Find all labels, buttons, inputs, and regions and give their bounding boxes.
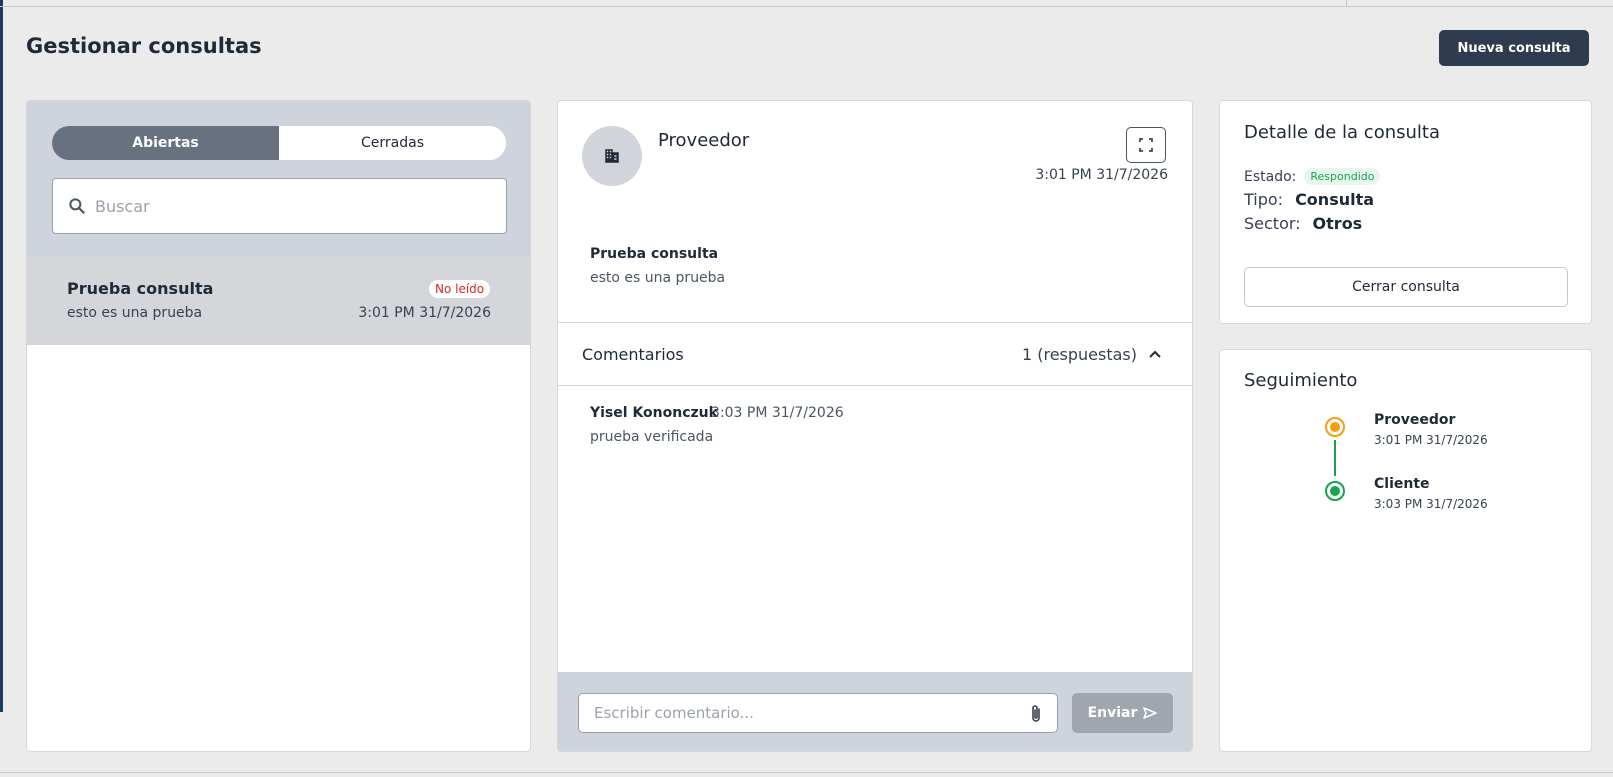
avatar — [582, 126, 642, 186]
paperclip-icon[interactable] — [1027, 703, 1045, 725]
top-divider-tick — [1346, 0, 1347, 6]
comment-composer: Enviar — [558, 672, 1192, 751]
sector-value: Otros — [1312, 214, 1363, 233]
detail-title: Detalle de la consulta — [1244, 122, 1440, 143]
building-icon — [605, 149, 619, 163]
message-title: Prueba consulta — [590, 246, 719, 262]
step-marker-icon — [1325, 481, 1345, 501]
tracking-title: Seguimiento — [1244, 370, 1358, 391]
message-body: esto es una prueba — [590, 270, 726, 286]
tipo-label: Tipo: — [1244, 190, 1284, 209]
send-label: Enviar — [1087, 705, 1138, 721]
new-query-button[interactable]: Nueva consulta — [1439, 30, 1589, 66]
sector-label: Sector: — [1244, 214, 1301, 233]
tab-open[interactable]: Abiertas — [52, 126, 279, 160]
timeline-connector — [1334, 440, 1336, 476]
window-edge — [0, 0, 3, 712]
comment-date: 3:03 PM 31/7/2026 — [711, 405, 844, 421]
list-item-title: Prueba consulta — [67, 279, 214, 298]
expand-button[interactable] — [1126, 127, 1166, 163]
list-header: Abiertas Cerradas — [27, 101, 530, 257]
list-item[interactable]: Prueba consulta esto es una prueba No le… — [27, 257, 530, 345]
comments-toggle[interactable]: Comentarios 1 (respuestas) — [558, 323, 1192, 385]
send-icon — [1143, 707, 1158, 719]
step-name: Proveedor — [1374, 412, 1456, 428]
unread-badge: No leído — [429, 280, 491, 298]
divider — [558, 385, 1192, 386]
step-name: Cliente — [1374, 476, 1430, 492]
close-query-button[interactable]: Cerrar consulta — [1244, 267, 1568, 307]
send-button[interactable]: Enviar — [1072, 693, 1173, 733]
comment-input[interactable] — [594, 704, 1014, 722]
step-marker-icon — [1325, 417, 1345, 437]
status-badge: Respondido — [1304, 168, 1381, 185]
queries-list-panel: Abiertas Cerradas Prueba consulta esto e… — [26, 100, 531, 752]
comment-author: Yisel Kononczuk — [590, 405, 718, 421]
list-item-date: 3:01 PM 31/7/2026 — [358, 305, 491, 321]
thread-date: 3:01 PM 31/7/2026 — [1035, 167, 1168, 183]
tab-closed[interactable]: Cerradas — [279, 126, 506, 160]
query-detail-panel: Detalle de la consulta Estado: Respondid… — [1219, 100, 1592, 324]
search-box — [52, 178, 507, 234]
expand-icon — [1139, 138, 1153, 152]
estado-label: Estado: — [1244, 168, 1297, 185]
step-date: 3:03 PM 31/7/2026 — [1374, 497, 1488, 511]
comments-label: Comentarios — [582, 345, 684, 364]
page-title: Gestionar consultas — [26, 34, 262, 58]
tipo-row: Tipo: Consulta — [1244, 190, 1374, 209]
comments-count: 1 (respuestas) — [1021, 345, 1137, 364]
chevron-up-icon — [1149, 350, 1161, 358]
list-item-preview: esto es una prueba — [67, 305, 203, 321]
step-date: 3:01 PM 31/7/2026 — [1374, 433, 1488, 447]
tracking-panel: Seguimiento Proveedor 3:01 PM 31/7/2026 … — [1219, 349, 1592, 752]
search-icon — [69, 198, 85, 214]
comment-field — [578, 693, 1058, 733]
search-input[interactable] — [95, 196, 475, 216]
tipo-value: Consulta — [1295, 190, 1375, 209]
sector-row: Sector: Otros — [1244, 214, 1362, 233]
status-tabs: Abiertas Cerradas — [52, 126, 506, 160]
estado-row: Estado: Respondido — [1244, 168, 1381, 185]
query-thread-panel: Proveedor 3:01 PM 31/7/2026 Prueba consu… — [557, 100, 1193, 752]
comment-body: prueba verificada — [590, 429, 714, 445]
top-border — [0, 6, 1613, 7]
sender-name: Proveedor — [658, 130, 750, 151]
bottom-border — [0, 772, 1613, 773]
